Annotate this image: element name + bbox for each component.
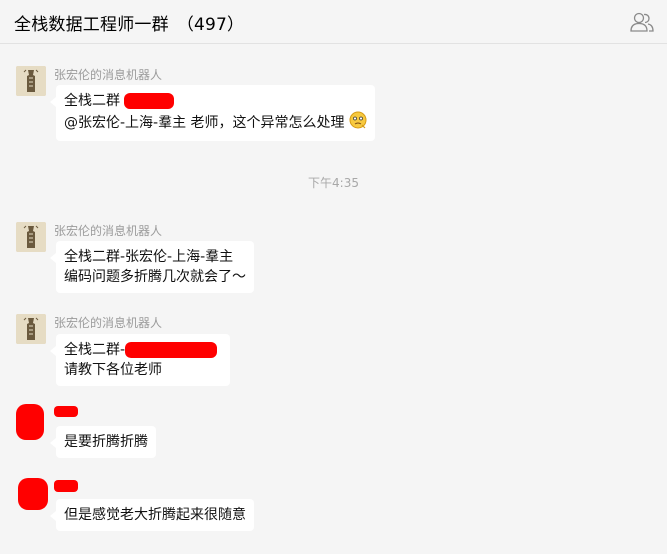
message-bubble[interactable]: 全栈二群-张宏伦-上海-羣主 编码问题多折腾几次就会了～ [50, 241, 254, 293]
redacted-sender-name [54, 480, 78, 492]
timestamp: 下午4:35 [308, 176, 359, 190]
message-line: @张宏伦-上海-羣主 老师，这个异常怎么处理 [64, 111, 367, 135]
message-bubble[interactable]: 全栈二群 @张宏伦-上海-羣主 老师，这个异常怎么处理 [50, 85, 375, 141]
message-line: 但是感觉老大折腾起来很随意 [64, 507, 246, 523]
chat-header: 全栈数据工程师一群 （497） [0, 0, 667, 44]
thinking-face-icon [349, 111, 367, 135]
avatar[interactable] [16, 314, 46, 344]
sender-name: 张宏伦的消息机器人 [54, 316, 163, 330]
redacted-sender-name [54, 406, 78, 417]
avatar[interactable] [16, 66, 46, 96]
message-line: 全栈二群- [64, 340, 222, 360]
group-name: 全栈数据工程师一群 [14, 15, 169, 35]
redacted-block [124, 93, 174, 109]
sender-name: 张宏伦的消息机器人 [54, 68, 163, 82]
people-icon[interactable] [629, 10, 655, 34]
message-bubble[interactable]: 但是感觉老大折腾起来很随意 [50, 499, 254, 531]
message-bubble[interactable]: 是要折腾折腾 [50, 426, 156, 458]
avatar[interactable] [16, 222, 46, 252]
message-line: 编码问题多折腾几次就会了～ [64, 269, 246, 285]
chat-title: 全栈数据工程师一群 （497） [14, 10, 244, 35]
redacted-avatar [16, 404, 44, 440]
redacted-block [125, 342, 218, 358]
message-line: 全栈二群 [64, 91, 367, 111]
redacted-avatar [18, 478, 48, 510]
message-line: 请教下各位老师 [64, 362, 162, 378]
message-line: 是要折腾折腾 [64, 434, 148, 450]
message-bubble[interactable]: 全栈二群- 请教下各位老师 [50, 334, 230, 386]
sender-name: 张宏伦的消息机器人 [54, 224, 163, 238]
message-line: 全栈二群-张宏伦-上海-羣主 [64, 249, 234, 265]
member-count: （497） [176, 15, 245, 35]
